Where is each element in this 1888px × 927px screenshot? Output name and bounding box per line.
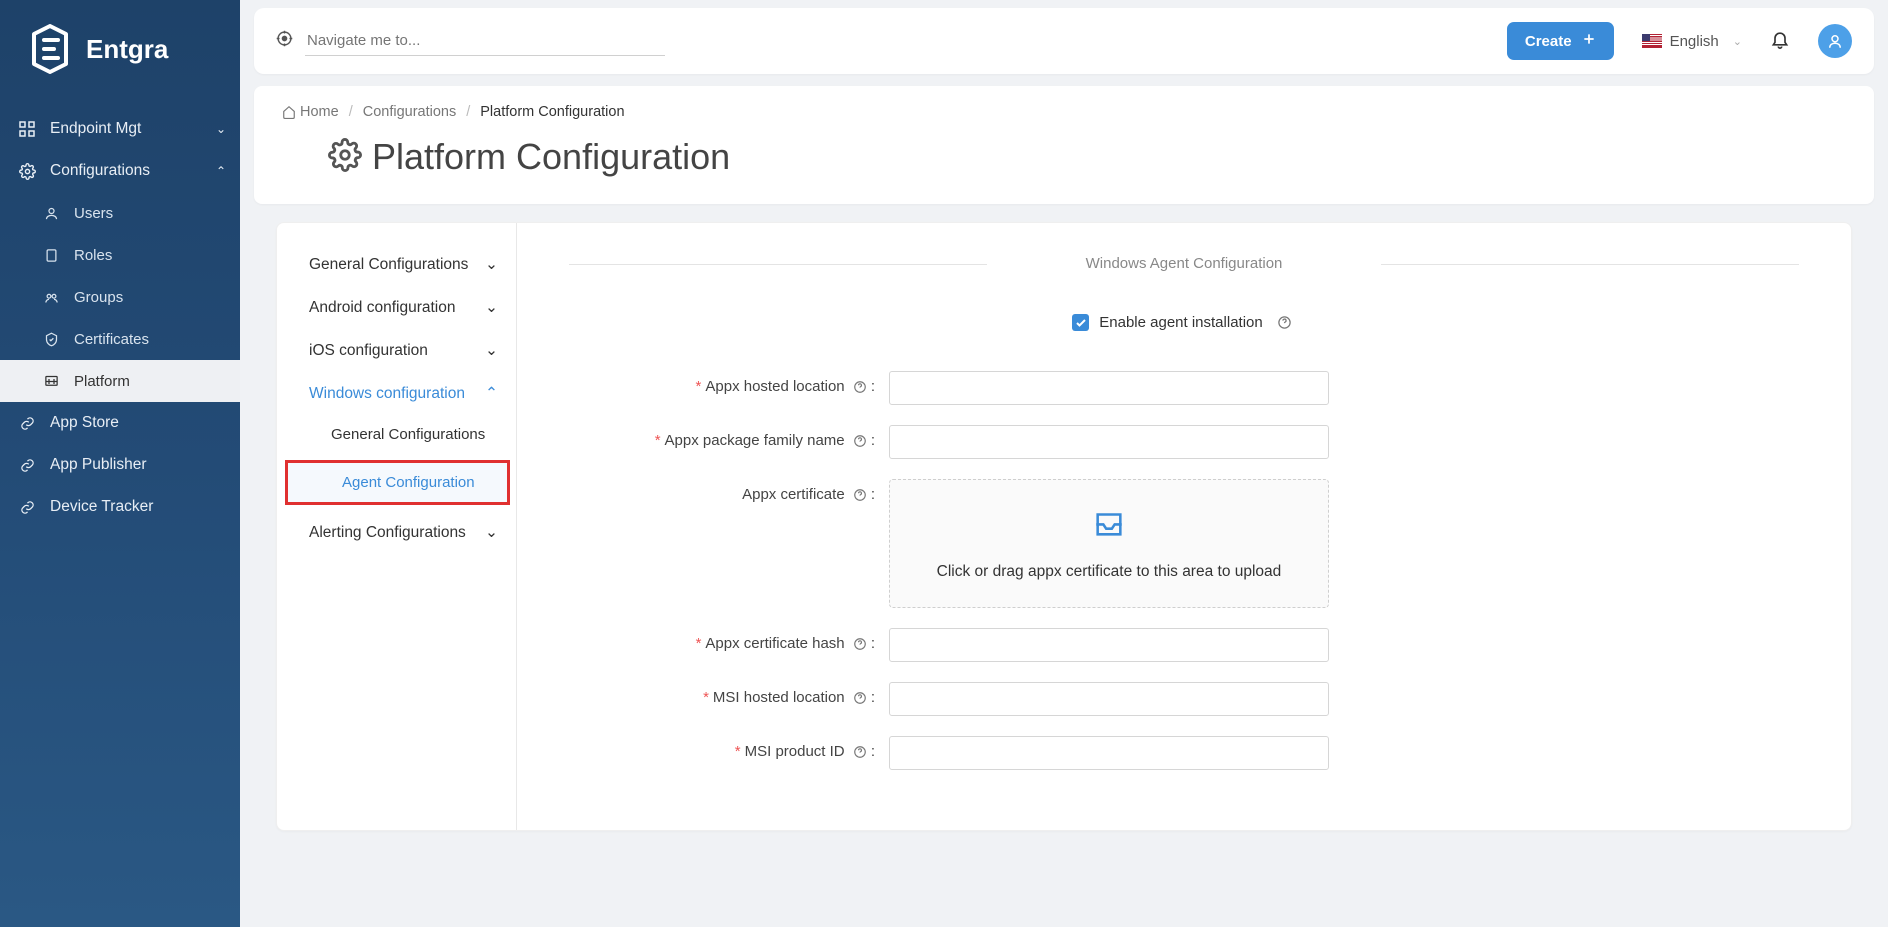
link-icon	[18, 456, 36, 474]
language-selector[interactable]: English ⌄	[1642, 33, 1742, 50]
sidebar-item-configurations[interactable]: Configurations ⌃	[0, 150, 240, 192]
flag-us-icon	[1642, 34, 1662, 48]
sidebar-item-groups[interactable]: Groups	[0, 276, 240, 318]
roles-icon	[42, 246, 60, 264]
help-icon[interactable]	[1277, 315, 1292, 330]
msi-hosted-label: *MSI hosted location :	[569, 682, 889, 706]
link-icon	[18, 414, 36, 432]
breadcrumb-separator: /	[349, 104, 353, 120]
help-icon[interactable]	[853, 691, 867, 705]
appx-hash-label: *Appx certificate hash :	[569, 628, 889, 652]
sidebar-item-users[interactable]: Users	[0, 192, 240, 234]
msi-product-input[interactable]	[889, 736, 1329, 770]
chevron-down-icon: ⌄	[1733, 35, 1742, 48]
navigate-input[interactable]	[305, 26, 665, 56]
config-nav-android[interactable]: Android configuration ⌄	[277, 286, 516, 329]
msi-product-label: *MSI product ID :	[569, 736, 889, 760]
plus-icon	[1582, 32, 1596, 50]
brand-logo-icon	[28, 24, 72, 74]
enable-agent-checkbox[interactable]	[1072, 314, 1089, 331]
breadcrumb-separator: /	[466, 104, 470, 120]
config-nav-windows[interactable]: Windows configuration ⌃	[277, 372, 516, 415]
config-nav-ios[interactable]: iOS configuration ⌄	[277, 329, 516, 372]
sidebar-item-app-store[interactable]: App Store	[0, 402, 240, 444]
appx-hosted-input[interactable]	[889, 371, 1329, 405]
sidebar-item-app-publisher[interactable]: App Publisher	[0, 444, 240, 486]
sidebar-item-label: Groups	[74, 289, 123, 306]
help-icon[interactable]	[853, 637, 867, 651]
upload-text: Click or drag appx certificate to this a…	[910, 563, 1308, 581]
config-nav-windows-agent[interactable]: Agent Configuration	[288, 463, 507, 502]
chevron-down-icon: ⌄	[485, 255, 498, 274]
gear-icon	[328, 138, 362, 177]
breadcrumb-item[interactable]: Configurations	[363, 104, 457, 120]
sidebar-item-label: Roles	[74, 247, 112, 264]
config-nav: General Configurations ⌄ Android configu…	[277, 223, 517, 830]
chevron-down-icon: ⌄	[216, 122, 226, 136]
create-button-label: Create	[1525, 33, 1572, 50]
sidebar-item-label: Certificates	[74, 331, 149, 348]
brand-name: Entgra	[86, 34, 168, 65]
highlight-annotation: Agent Configuration	[285, 460, 510, 505]
enable-agent-label: Enable agent installation	[1099, 314, 1262, 331]
shield-icon	[42, 330, 60, 348]
gear-icon	[18, 162, 36, 180]
help-icon[interactable]	[853, 380, 867, 394]
config-nav-general[interactable]: General Configurations ⌄	[277, 243, 516, 286]
sidebar-item-device-tracker[interactable]: Device Tracker	[0, 486, 240, 528]
logo: Entgra	[0, 0, 240, 108]
chevron-up-icon: ⌃	[216, 164, 226, 178]
link-icon	[18, 498, 36, 516]
form-area: Windows Agent Configuration Enable agent…	[517, 223, 1851, 830]
appx-family-input[interactable]	[889, 425, 1329, 459]
help-icon[interactable]	[853, 745, 867, 759]
breadcrumb-item-current: Platform Configuration	[480, 104, 624, 120]
chevron-up-icon: ⌃	[485, 384, 498, 403]
config-nav-alerting[interactable]: Alerting Configurations ⌄	[277, 511, 516, 554]
chevron-down-icon: ⌄	[485, 523, 498, 542]
language-label: English	[1670, 33, 1719, 50]
user-avatar[interactable]	[1818, 24, 1852, 58]
page-title-text: Platform Configuration	[372, 136, 730, 178]
content-panel: General Configurations ⌄ Android configu…	[276, 222, 1852, 831]
help-icon[interactable]	[853, 488, 867, 502]
sidebar-item-platform[interactable]: Platform	[0, 360, 240, 402]
breadcrumb: Home / Configurations / Platform Configu…	[282, 104, 1846, 120]
home-icon[interactable]: Home	[282, 104, 339, 120]
help-icon[interactable]	[853, 434, 867, 448]
config-nav-windows-general[interactable]: General Configurations	[277, 415, 516, 454]
platform-icon	[42, 372, 60, 390]
user-icon	[42, 204, 60, 222]
notifications-button[interactable]	[1770, 29, 1790, 54]
create-button[interactable]: Create	[1507, 22, 1614, 60]
sidebar-item-label: Configurations	[50, 162, 150, 180]
grid-icon	[18, 120, 36, 138]
appx-hosted-label: *Appx hosted location :	[569, 371, 889, 395]
form-section-title: Windows Agent Configuration	[569, 255, 1799, 272]
sidebar-item-label: Users	[74, 205, 113, 222]
chevron-down-icon: ⌄	[485, 341, 498, 360]
sidebar-item-label: App Publisher	[50, 456, 147, 474]
inbox-icon	[1090, 527, 1128, 544]
appx-cert-label: Appx certificate :	[569, 479, 889, 503]
appx-hash-input[interactable]	[889, 628, 1329, 662]
chevron-down-icon: ⌄	[485, 298, 498, 317]
sidebar-item-label: App Store	[50, 414, 119, 432]
sidebar-item-certificates[interactable]: Certificates	[0, 318, 240, 360]
sidebar: Entgra Endpoint Mgt ⌄ Configurations ⌃ U…	[0, 0, 240, 927]
sidebar-item-roles[interactable]: Roles	[0, 234, 240, 276]
appx-cert-upload[interactable]: Click or drag appx certificate to this a…	[889, 479, 1329, 608]
navigate-icon	[276, 30, 293, 52]
appx-family-label: *Appx package family name :	[569, 425, 889, 449]
groups-icon	[42, 288, 60, 306]
topbar: Create English ⌄	[254, 8, 1874, 74]
sidebar-item-endpoint-mgt[interactable]: Endpoint Mgt ⌄	[0, 108, 240, 150]
page-header: Home / Configurations / Platform Configu…	[254, 86, 1874, 204]
sidebar-item-label: Platform	[74, 373, 130, 390]
sidebar-item-label: Endpoint Mgt	[50, 120, 141, 138]
sidebar-item-label: Device Tracker	[50, 498, 153, 516]
msi-hosted-input[interactable]	[889, 682, 1329, 716]
